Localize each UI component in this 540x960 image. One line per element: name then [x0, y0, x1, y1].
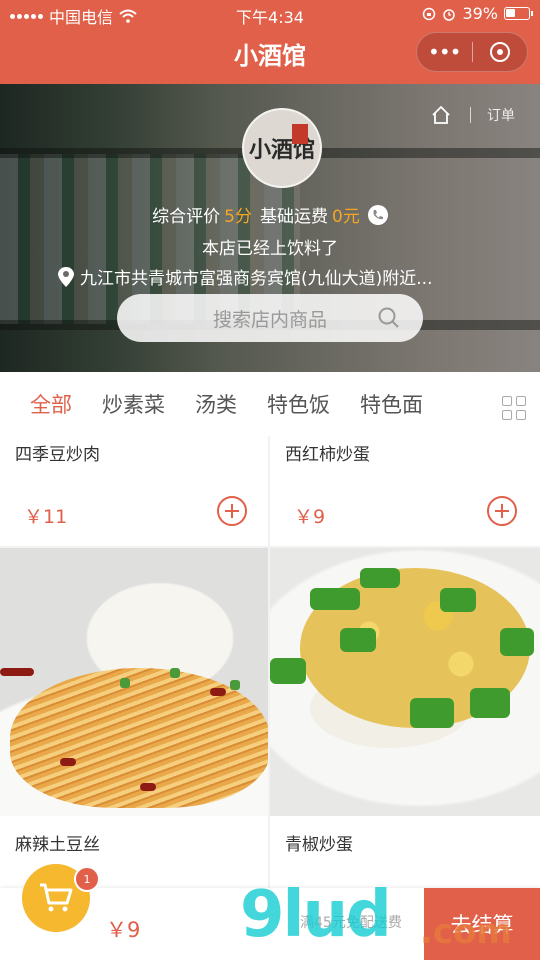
store-banner: 订单 小酒馆 综合评价 5分 基础运费 0元 本店已经上饮料了 九江市共青城市富…	[0, 84, 540, 372]
tab-soups[interactable]: 汤类	[195, 389, 237, 419]
green-pepper	[360, 568, 400, 588]
alarm-icon	[443, 8, 456, 21]
add-to-cart-button[interactable]	[487, 496, 517, 526]
shopping-cart-icon	[40, 883, 73, 912]
delivery-fee-label: 基础运费	[260, 207, 328, 227]
store-address[interactable]: 九江市共青城市富强商务宾馆(九仙大道)附近...	[58, 264, 432, 289]
grid-view-icon[interactable]	[502, 396, 526, 420]
product-photo	[270, 548, 540, 816]
search-icon	[378, 307, 399, 328]
lock-rotation-icon	[423, 7, 436, 20]
phone-icon	[373, 209, 383, 219]
tab-special-noodles[interactable]: 特色面	[360, 389, 423, 419]
battery-percent: 39%	[462, 4, 498, 23]
cart-total: ￥9	[106, 918, 141, 942]
product-name: 麻辣土豆丝	[15, 835, 100, 855]
product-price: ￥11	[24, 506, 68, 528]
search-placeholder: 搜索店内商品	[212, 308, 327, 331]
cart-count-badge: 1	[74, 866, 100, 892]
more-icon: •••	[428, 40, 461, 64]
add-to-cart-button[interactable]	[217, 496, 247, 526]
product-price: ￥9	[294, 506, 326, 528]
record-icon	[489, 42, 510, 62]
product-name: 青椒炒蛋	[285, 835, 353, 855]
store-logo: 小酒馆	[242, 108, 322, 188]
location-pin-icon	[58, 266, 74, 287]
more-button[interactable]: •••	[417, 33, 472, 71]
green-pepper	[500, 628, 534, 656]
store-notice: 本店已经上饮料了	[202, 239, 338, 259]
green-pepper	[410, 698, 454, 728]
link-divider	[470, 107, 471, 123]
top-bar: 中国电信 下午4:34 39% 小酒馆 •••	[0, 0, 540, 84]
status-bar: 中国电信 下午4:34 39%	[0, 0, 540, 28]
address-text: 九江市共青城市富强商务宾馆(九仙大道)附近...	[80, 269, 433, 289]
home-icon[interactable]	[430, 104, 452, 126]
rating-label: 综合评价	[152, 207, 221, 227]
close-mini-program-button[interactable]	[473, 33, 528, 71]
delivery-fee-value: 0元	[332, 207, 360, 227]
rating-value: 5分	[224, 207, 252, 227]
chili-piece	[60, 758, 76, 766]
product-card[interactable]: 青椒炒蛋	[270, 548, 540, 888]
category-tabs: 全部 炒素菜 汤类 特色饭 特色面	[0, 372, 540, 436]
mini-program-capsule: •••	[416, 32, 528, 72]
tab-stir-fried-vegetables[interactable]: 炒素菜	[102, 389, 165, 419]
chili-piece	[0, 668, 34, 676]
green-pepper	[470, 688, 510, 718]
tab-all[interactable]: 全部	[30, 389, 72, 419]
green-pepper	[440, 588, 476, 612]
logo-seal	[292, 124, 308, 144]
chili-piece	[210, 688, 226, 696]
dish-shredded-potato	[10, 668, 268, 808]
store-rating-row: 综合评价 5分 基础运费 0元	[0, 202, 540, 227]
green-pepper	[270, 658, 306, 684]
store-search-bar[interactable]: 搜索店内商品	[117, 294, 423, 342]
scallion-piece	[170, 668, 180, 678]
scallion-piece	[230, 680, 240, 690]
green-pepper	[310, 588, 360, 610]
phone-button[interactable]	[367, 204, 388, 225]
product-name: 西红柿炒蛋	[285, 445, 370, 465]
scallion-piece	[120, 678, 130, 688]
product-card[interactable]: 四季豆炒肉 ￥11	[0, 436, 268, 546]
site-watermark-suffix: .com	[420, 912, 512, 952]
product-photo	[0, 548, 268, 816]
green-pepper	[340, 628, 376, 652]
tab-special-rice[interactable]: 特色饭	[267, 389, 330, 419]
battery-icon	[504, 7, 533, 20]
banner-links: 订单	[430, 104, 515, 126]
chili-piece	[140, 783, 156, 791]
product-card[interactable]: 麻辣土豆丝	[0, 548, 268, 888]
product-card[interactable]: 西红柿炒蛋 ￥9	[270, 436, 540, 546]
orders-link[interactable]: 订单	[487, 105, 515, 125]
product-name: 四季豆炒肉	[15, 445, 100, 465]
delivery-note: 满45元免配送费	[300, 915, 402, 931]
